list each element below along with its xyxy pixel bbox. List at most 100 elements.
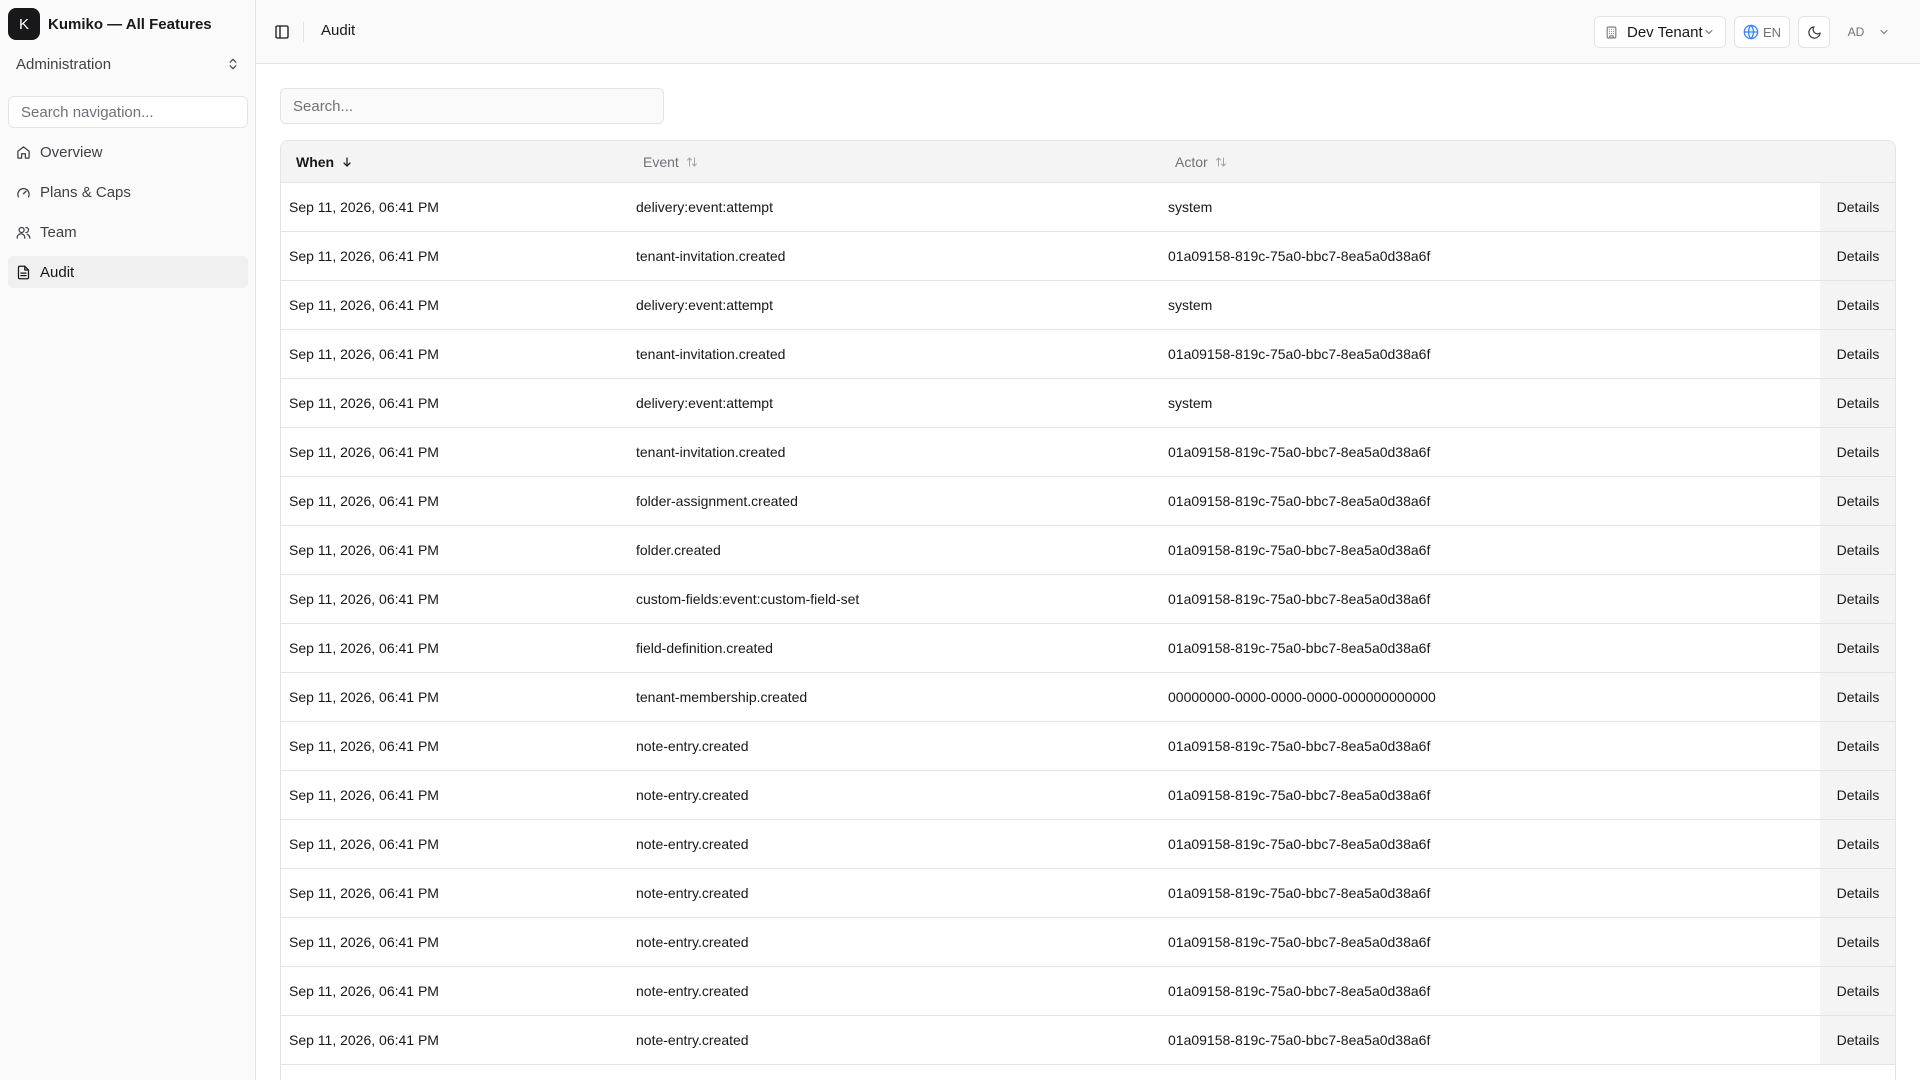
table-row: Sep 11, 2026, 06:41 PM tenant-invitation.… xyxy=(281,428,1895,477)
table-row: Sep 11, 2026, 06:41 PM note-entry.created… xyxy=(281,1016,1895,1065)
brand-logo: K xyxy=(8,8,40,40)
table-row: Sep 11, 2026, 06:41 PM field-definition.c… xyxy=(281,624,1895,673)
cell-event: note-entry.created xyxy=(636,1032,749,1048)
sidebar-item-label: Team xyxy=(40,223,77,241)
section-label: Administration xyxy=(16,55,112,73)
cell-actor: system xyxy=(1168,199,1213,215)
table-row: Sep 11, 2026, 06:41 PM tenant-membership.… xyxy=(281,673,1895,722)
brand[interactable]: K Kumiko — All Features xyxy=(8,8,212,40)
breadcrumb: Audit xyxy=(321,22,356,39)
theme-toggle-button[interactable] xyxy=(1798,16,1830,48)
details-button[interactable]: Details xyxy=(1820,575,1895,623)
cell-event: note-entry.created xyxy=(636,738,749,754)
details-button[interactable]: Details xyxy=(1820,477,1895,525)
top-bar: Audit Dev Tenant EN AD xyxy=(256,0,1920,64)
cell-actor: 01a09158-819c-75a0-bbc7-8ea5a0d38a6f xyxy=(1168,836,1431,852)
details-button[interactable]: Details xyxy=(1820,183,1895,231)
details-button[interactable]: Details xyxy=(1820,771,1895,819)
gauge-icon xyxy=(17,187,30,197)
table-row: Sep 11, 2026, 06:41 PM note-entry.created… xyxy=(281,722,1895,771)
sidebar-item-plans-caps[interactable]: Plans & Caps xyxy=(8,176,248,208)
table-row: Sep 11, 2026, 06:41 PM tenant-invitation.… xyxy=(281,330,1895,379)
cell-when: Sep 11, 2026, 06:41 PM xyxy=(289,934,439,950)
cell-when: Sep 11, 2026, 06:41 PM xyxy=(289,297,439,313)
search-input[interactable] xyxy=(280,88,664,124)
cell-event: custom-fields:event:custom-field-set xyxy=(636,591,860,607)
cell-when: Sep 11, 2026, 06:41 PM xyxy=(289,1032,439,1048)
cell-event: tenant-invitation.created xyxy=(636,444,786,460)
language-switcher[interactable]: EN xyxy=(1734,16,1790,48)
details-button[interactable]: Details xyxy=(1820,624,1895,672)
cell-actor: 01a09158-819c-75a0-bbc7-8ea5a0d38a6f xyxy=(1168,1032,1431,1048)
nav-search-input[interactable] xyxy=(8,96,248,128)
cell-event: note-entry.created xyxy=(636,836,749,852)
cell-event: folder-assignment.created xyxy=(636,493,798,509)
table-row: Sep 11, 2026, 06:41 PM delivery:event:att… xyxy=(281,183,1895,232)
building-icon xyxy=(1606,26,1617,38)
table-row: Sep 11, 2026, 06:41 PM note-entry.created… xyxy=(281,967,1895,1016)
users-icon xyxy=(16,226,31,239)
chevrons-up-down-icon xyxy=(229,58,237,70)
cell-actor: 01a09158-819c-75a0-bbc7-8ea5a0d38a6f xyxy=(1168,493,1431,509)
avatar: AD xyxy=(1847,25,1865,39)
details-button[interactable]: Details xyxy=(1820,722,1895,770)
moon-icon xyxy=(1807,25,1821,39)
sidebar-item-label: Audit xyxy=(40,263,75,281)
sidebar-item-label: Plans & Caps xyxy=(40,183,131,201)
home-icon xyxy=(17,145,30,159)
tenant-switcher[interactable]: Dev Tenant xyxy=(1594,16,1726,48)
column-header-event[interactable]: Event xyxy=(643,141,698,183)
section-switcher[interactable]: Administration xyxy=(8,48,248,80)
details-button[interactable]: Details xyxy=(1820,232,1895,280)
column-header-actor[interactable]: Actor xyxy=(1175,141,1227,183)
arrow-down-icon xyxy=(343,157,351,167)
sidebar-toggle-button[interactable] xyxy=(270,20,294,44)
table-row: Sep 11, 2026, 06:41 PM tenant-invitation.… xyxy=(281,232,1895,281)
table-row: Sep 11, 2026, 06:41 PM folder.created 01a0… xyxy=(281,526,1895,575)
details-button[interactable]: Details xyxy=(1820,820,1895,868)
details-button[interactable]: Details xyxy=(1820,1016,1895,1064)
sidebar-item-overview[interactable]: Overview xyxy=(8,136,248,168)
sidebar-nav: Overview Plans & Caps Team Audit xyxy=(8,136,248,296)
cell-when: Sep 11, 2026, 06:41 PM xyxy=(289,640,439,656)
user-menu[interactable]: AD xyxy=(1838,16,1902,48)
table-row: Sep 11, 2026, 06:41 PM delivery:event:att… xyxy=(281,281,1895,330)
cell-event: delivery:event:attempt xyxy=(636,395,773,411)
table-row: Sep 11, 2026, 06:41 PM custom-fields:even… xyxy=(281,575,1895,624)
details-button[interactable]: Details xyxy=(1820,379,1895,427)
details-button[interactable]: Details xyxy=(1820,918,1895,966)
cell-actor: 01a09158-819c-75a0-bbc7-8ea5a0d38a6f xyxy=(1168,542,1431,558)
chevron-down-icon xyxy=(1880,30,1888,34)
header-divider xyxy=(303,22,304,42)
cell-event: folder.created xyxy=(636,542,721,558)
globe-icon xyxy=(1743,24,1759,40)
column-header-when[interactable]: When xyxy=(296,141,353,183)
details-button[interactable]: Details xyxy=(1820,281,1895,329)
details-button[interactable]: Details xyxy=(1820,869,1895,917)
cell-when: Sep 11, 2026, 06:41 PM xyxy=(289,738,439,754)
details-button[interactable]: Details xyxy=(1820,967,1895,1015)
panel-left-icon xyxy=(275,25,289,39)
cell-actor: 01a09158-819c-75a0-bbc7-8ea5a0d38a6f xyxy=(1168,738,1431,754)
cell-when: Sep 11, 2026, 06:41 PM xyxy=(289,542,439,558)
details-button[interactable]: Details xyxy=(1820,673,1895,721)
details-button[interactable]: Details xyxy=(1820,428,1895,476)
details-button[interactable]: Details xyxy=(1820,526,1895,574)
sidebar-item-label: Overview xyxy=(40,143,103,161)
sidebar-item-audit[interactable]: Audit xyxy=(8,256,248,288)
cell-when: Sep 11, 2026, 06:41 PM xyxy=(289,346,439,362)
cell-when: Sep 11, 2026, 06:41 PM xyxy=(289,787,439,803)
cell-when: Sep 11, 2026, 06:41 PM xyxy=(289,983,439,999)
details-button[interactable]: Details xyxy=(1820,330,1895,378)
sidebar: K Kumiko — All Features Administration O… xyxy=(0,0,256,1080)
cell-when: Sep 11, 2026, 06:41 PM xyxy=(289,248,439,264)
cell-when: Sep 11, 2026, 06:41 PM xyxy=(289,493,439,509)
cell-event: note-entry.created xyxy=(636,885,749,901)
table-header: When Event Actor xyxy=(281,141,1895,183)
cell-event: field-definition.created xyxy=(636,640,773,656)
sidebar-item-team[interactable]: Team xyxy=(8,216,248,248)
table-row: Sep 11, 2026, 06:41 PM note-entry.created… xyxy=(281,771,1895,820)
cell-actor: 01a09158-819c-75a0-bbc7-8ea5a0d38a6f xyxy=(1168,787,1431,803)
cell-event: tenant-invitation.created xyxy=(636,248,786,264)
cell-actor: 01a09158-819c-75a0-bbc7-8ea5a0d38a6f xyxy=(1168,983,1431,999)
